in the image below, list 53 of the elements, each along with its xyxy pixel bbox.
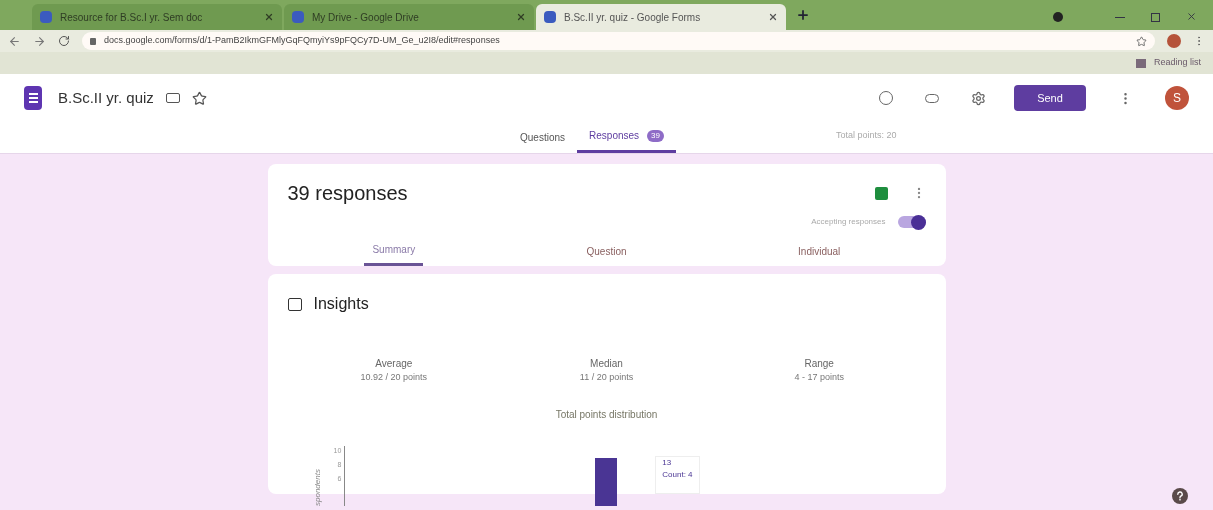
close-icon[interactable]	[516, 12, 526, 22]
form-tab[interactable]: Responses 39	[577, 121, 676, 153]
stat-label: Range	[804, 357, 834, 371]
reload-icon[interactable]	[58, 35, 70, 47]
stat-label: Average	[375, 357, 413, 371]
insights-title: Insights	[313, 294, 369, 314]
browser-tab[interactable]: Resource for B.Sc.I yr. Sem doc	[32, 4, 282, 30]
lock-icon	[90, 37, 96, 45]
chart-title: Total points distribution	[555, 407, 658, 422]
response-tab[interactable]: Individual	[790, 236, 849, 266]
account-avatar[interactable]: S	[1165, 86, 1189, 110]
stat-value: 4 - 17 points	[794, 371, 844, 384]
stat-value: 10.92 / 20 points	[360, 371, 428, 384]
close-icon[interactable]	[1186, 11, 1197, 22]
browser-tab[interactable]: My Drive - Google Drive	[284, 4, 534, 30]
chart-tooltip: 13 Count: 4	[655, 455, 700, 494]
profile-avatar[interactable]	[1167, 34, 1181, 48]
forms-logo-icon	[24, 86, 42, 110]
star-icon[interactable]	[1136, 35, 1147, 47]
tab-title: B.Sc.II yr. quiz - Google Forms	[564, 10, 702, 25]
accepting-switch[interactable]	[897, 216, 926, 228]
settings-icon[interactable]	[971, 90, 986, 106]
forward-icon[interactable]	[33, 34, 46, 48]
send-button[interactable]: Send	[1014, 85, 1086, 111]
close-icon[interactable]	[768, 12, 778, 22]
help-icon[interactable]	[1172, 488, 1188, 504]
tab-favicon-icon	[544, 11, 556, 23]
form-title[interactable]: B.Sc.II yr. quiz	[58, 86, 154, 110]
total-points: Total points: 20	[835, 128, 897, 142]
count-badge: 39	[647, 129, 664, 142]
distribution-bar	[595, 457, 618, 506]
browser-tab[interactable]: B.Sc.II yr. quiz - Google Forms	[536, 4, 786, 30]
tab-title: My Drive - Google Drive	[312, 10, 420, 25]
responses-title: 39 responses	[287, 181, 409, 206]
form-tab[interactable]: Questions	[508, 121, 578, 153]
response-tab[interactable]: Question	[578, 236, 635, 266]
axis-title: spondents	[311, 467, 323, 506]
star-icon[interactable]	[191, 90, 207, 106]
tab-favicon-icon	[40, 11, 52, 23]
url-text: docs.google.com/forms/d/1-PamB2IkmGFMlyGqFQmyiYs9pFQCy7D-UM_Ge_u2I8/edit#responses	[104, 34, 501, 48]
accepting-label: Accepting responses	[811, 216, 886, 228]
new-tab-icon[interactable]	[796, 8, 810, 22]
stat-value: 11 / 20 points	[579, 371, 634, 384]
stat-label: Median	[590, 357, 623, 371]
tab-title: Resource for B.Sc.I yr. Sem doc	[60, 10, 204, 25]
restore-icon[interactable]	[1151, 13, 1160, 22]
back-icon[interactable]	[8, 34, 21, 48]
reading-list-link[interactable]: Reading list	[1153, 56, 1201, 70]
close-icon[interactable]	[264, 12, 274, 22]
y-axis-line	[344, 445, 346, 506]
tab-favicon-icon	[292, 11, 304, 23]
address-field[interactable]: docs.google.com/forms/d/1-PamB2IkmGFMlyGqFQmyiYs9pFQCy7D-UM_Ge_u2I8/edit#responses	[82, 32, 1155, 50]
response-tab[interactable]: Summary	[364, 236, 424, 266]
